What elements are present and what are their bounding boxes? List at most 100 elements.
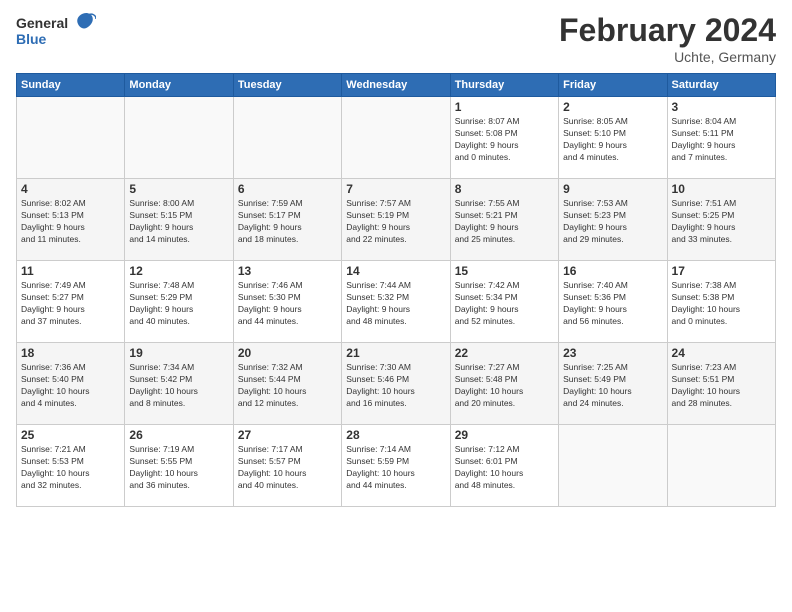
calendar-cell	[559, 425, 667, 507]
day-number: 12	[129, 264, 228, 278]
calendar-cell: 1 Sunrise: 8:07 AM Sunset: 5:08 PM Daylig…	[450, 97, 558, 179]
calendar-cell: 26 Sunrise: 7:19 AM Sunset: 5:55 PM Dayli…	[125, 425, 233, 507]
day-content: Sunrise: 8:07 AM Sunset: 5:08 PM Dayligh…	[455, 116, 554, 164]
day-number: 2	[563, 100, 662, 114]
day-number: 15	[455, 264, 554, 278]
header: General Blue February 2024 Uchte, German…	[16, 12, 776, 65]
calendar-cell: 10 Sunrise: 7:51 AM Sunset: 5:25 PM Dayli…	[667, 179, 775, 261]
day-content: Sunrise: 7:40 AM Sunset: 5:36 PM Dayligh…	[563, 280, 662, 328]
day-content: Sunrise: 7:38 AM Sunset: 5:38 PM Dayligh…	[672, 280, 771, 328]
calendar-body: 1 Sunrise: 8:07 AM Sunset: 5:08 PM Daylig…	[17, 97, 776, 507]
day-content: Sunrise: 7:53 AM Sunset: 5:23 PM Dayligh…	[563, 198, 662, 246]
day-content: Sunrise: 7:57 AM Sunset: 5:19 PM Dayligh…	[346, 198, 445, 246]
day-content: Sunrise: 7:44 AM Sunset: 5:32 PM Dayligh…	[346, 280, 445, 328]
day-number: 4	[21, 182, 120, 196]
day-content: Sunrise: 7:32 AM Sunset: 5:44 PM Dayligh…	[238, 362, 337, 410]
day-number: 5	[129, 182, 228, 196]
page: General Blue February 2024 Uchte, German…	[0, 0, 792, 612]
day-content: Sunrise: 7:55 AM Sunset: 5:21 PM Dayligh…	[455, 198, 554, 246]
logo: General Blue	[16, 12, 96, 52]
day-number: 24	[672, 346, 771, 360]
location: Uchte, Germany	[559, 49, 776, 65]
calendar-cell	[233, 97, 341, 179]
calendar-week-3: 11Sunrise: 7:49 AM Sunset: 5:27 PM Dayli…	[17, 261, 776, 343]
day-header-saturday: Saturday	[667, 74, 775, 97]
day-header-friday: Friday	[559, 74, 667, 97]
logo-svg: General Blue	[16, 12, 96, 52]
day-number: 10	[672, 182, 771, 196]
day-content: Sunrise: 7:23 AM Sunset: 5:51 PM Dayligh…	[672, 362, 771, 410]
day-number: 7	[346, 182, 445, 196]
day-number: 20	[238, 346, 337, 360]
day-number: 25	[21, 428, 120, 442]
day-number: 13	[238, 264, 337, 278]
day-content: Sunrise: 7:27 AM Sunset: 5:48 PM Dayligh…	[455, 362, 554, 410]
calendar-cell: 17Sunrise: 7:38 AM Sunset: 5:38 PM Dayli…	[667, 261, 775, 343]
calendar-cell: 11Sunrise: 7:49 AM Sunset: 5:27 PM Dayli…	[17, 261, 125, 343]
day-content: Sunrise: 7:49 AM Sunset: 5:27 PM Dayligh…	[21, 280, 120, 328]
day-number: 14	[346, 264, 445, 278]
calendar-cell: 18Sunrise: 7:36 AM Sunset: 5:40 PM Dayli…	[17, 343, 125, 425]
calendar-cell	[342, 97, 450, 179]
calendar-cell: 28 Sunrise: 7:14 AM Sunset: 5:59 PM Dayli…	[342, 425, 450, 507]
calendar-cell: 23Sunrise: 7:25 AM Sunset: 5:49 PM Dayli…	[559, 343, 667, 425]
day-content: Sunrise: 7:59 AM Sunset: 5:17 PM Dayligh…	[238, 198, 337, 246]
day-number: 1	[455, 100, 554, 114]
day-number: 26	[129, 428, 228, 442]
day-content: Sunrise: 7:42 AM Sunset: 5:34 PM Dayligh…	[455, 280, 554, 328]
calendar-week-2: 4 Sunrise: 8:02 AM Sunset: 5:13 PM Daylig…	[17, 179, 776, 261]
day-content: Sunrise: 7:30 AM Sunset: 5:46 PM Dayligh…	[346, 362, 445, 410]
day-number: 27	[238, 428, 337, 442]
day-number: 29	[455, 428, 554, 442]
day-content: Sunrise: 7:12 AM Sunset: 6:01 PM Dayligh…	[455, 444, 554, 492]
day-header-monday: Monday	[125, 74, 233, 97]
day-header-sunday: Sunday	[17, 74, 125, 97]
calendar-cell: 7 Sunrise: 7:57 AM Sunset: 5:19 PM Daylig…	[342, 179, 450, 261]
calendar-cell: 22 Sunrise: 7:27 AM Sunset: 5:48 PM Dayli…	[450, 343, 558, 425]
day-number: 19	[129, 346, 228, 360]
day-header-wednesday: Wednesday	[342, 74, 450, 97]
day-content: Sunrise: 7:34 AM Sunset: 5:42 PM Dayligh…	[129, 362, 228, 410]
calendar-cell: 16 Sunrise: 7:40 AM Sunset: 5:36 PM Dayli…	[559, 261, 667, 343]
calendar-header: SundayMondayTuesdayWednesdayThursdayFrid…	[17, 74, 776, 97]
calendar-cell: 5 Sunrise: 8:00 AM Sunset: 5:15 PM Daylig…	[125, 179, 233, 261]
calendar-week-1: 1 Sunrise: 8:07 AM Sunset: 5:08 PM Daylig…	[17, 97, 776, 179]
day-number: 16	[563, 264, 662, 278]
day-content: Sunrise: 7:21 AM Sunset: 5:53 PM Dayligh…	[21, 444, 120, 492]
day-number: 21	[346, 346, 445, 360]
calendar-cell	[667, 425, 775, 507]
calendar-cell: 14 Sunrise: 7:44 AM Sunset: 5:32 PM Dayli…	[342, 261, 450, 343]
calendar-cell: 19 Sunrise: 7:34 AM Sunset: 5:42 PM Dayli…	[125, 343, 233, 425]
day-number: 3	[672, 100, 771, 114]
day-content: Sunrise: 7:51 AM Sunset: 5:25 PM Dayligh…	[672, 198, 771, 246]
day-content: Sunrise: 8:00 AM Sunset: 5:15 PM Dayligh…	[129, 198, 228, 246]
calendar-week-4: 18Sunrise: 7:36 AM Sunset: 5:40 PM Dayli…	[17, 343, 776, 425]
day-header-thursday: Thursday	[450, 74, 558, 97]
calendar-week-5: 25 Sunrise: 7:21 AM Sunset: 5:53 PM Dayli…	[17, 425, 776, 507]
day-header-tuesday: Tuesday	[233, 74, 341, 97]
calendar-cell: 9 Sunrise: 7:53 AM Sunset: 5:23 PM Daylig…	[559, 179, 667, 261]
day-number: 9	[563, 182, 662, 196]
calendar-cell: 24 Sunrise: 7:23 AM Sunset: 5:51 PM Dayli…	[667, 343, 775, 425]
month-title: February 2024	[559, 12, 776, 49]
day-content: Sunrise: 8:04 AM Sunset: 5:11 PM Dayligh…	[672, 116, 771, 164]
day-number: 8	[455, 182, 554, 196]
day-content: Sunrise: 8:02 AM Sunset: 5:13 PM Dayligh…	[21, 198, 120, 246]
day-content: Sunrise: 7:36 AM Sunset: 5:40 PM Dayligh…	[21, 362, 120, 410]
day-number: 28	[346, 428, 445, 442]
calendar-cell: 3 Sunrise: 8:04 AM Sunset: 5:11 PM Daylig…	[667, 97, 775, 179]
calendar-cell: 6Sunrise: 7:59 AM Sunset: 5:17 PM Daylig…	[233, 179, 341, 261]
day-content: Sunrise: 7:19 AM Sunset: 5:55 PM Dayligh…	[129, 444, 228, 492]
svg-text:General: General	[16, 15, 68, 31]
header-row: SundayMondayTuesdayWednesdayThursdayFrid…	[17, 74, 776, 97]
day-content: Sunrise: 7:14 AM Sunset: 5:59 PM Dayligh…	[346, 444, 445, 492]
calendar-cell	[125, 97, 233, 179]
calendar-cell: 4 Sunrise: 8:02 AM Sunset: 5:13 PM Daylig…	[17, 179, 125, 261]
calendar-cell	[17, 97, 125, 179]
day-number: 22	[455, 346, 554, 360]
day-content: Sunrise: 7:46 AM Sunset: 5:30 PM Dayligh…	[238, 280, 337, 328]
calendar-cell: 2Sunrise: 8:05 AM Sunset: 5:10 PM Daylig…	[559, 97, 667, 179]
calendar-table: SundayMondayTuesdayWednesdayThursdayFrid…	[16, 73, 776, 507]
calendar-cell: 13 Sunrise: 7:46 AM Sunset: 5:30 PM Dayli…	[233, 261, 341, 343]
calendar-cell: 12Sunrise: 7:48 AM Sunset: 5:29 PM Dayli…	[125, 261, 233, 343]
